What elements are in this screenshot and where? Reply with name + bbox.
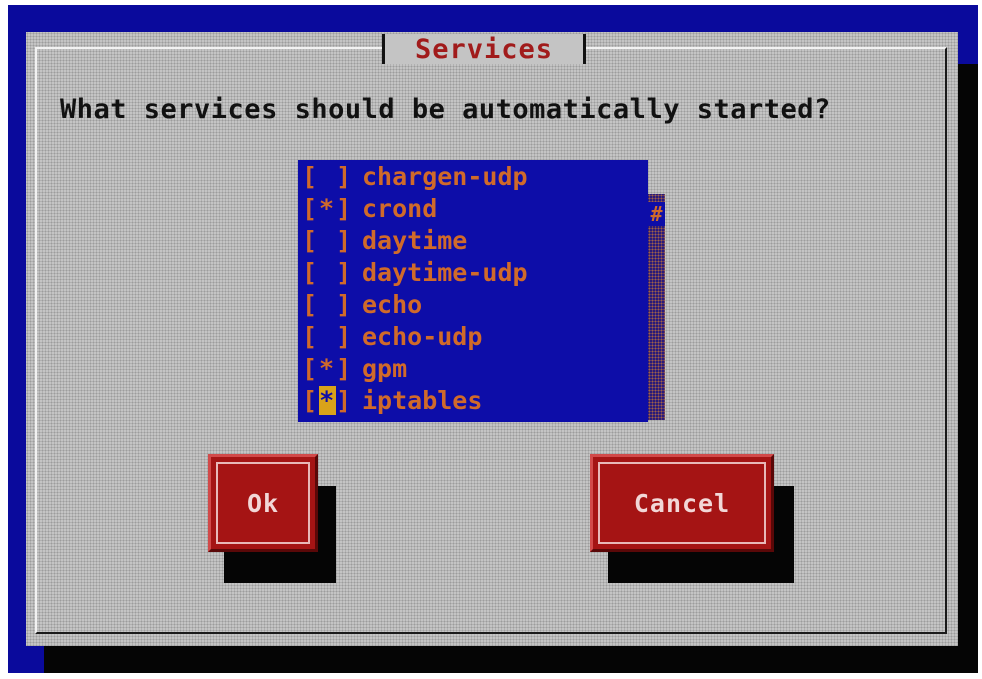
list-item[interactable]: [ ] echo-udp bbox=[298, 320, 482, 352]
service-name: echo bbox=[362, 289, 423, 319]
cursor-highlight: * bbox=[319, 385, 337, 415]
service-checkbox[interactable]: [ ] bbox=[298, 226, 362, 255]
service-name: echo-udp bbox=[362, 321, 483, 351]
service-checkbox[interactable]: [*] bbox=[298, 194, 362, 223]
services-listbox[interactable]: [ ] chargen-udp [*] crond [ ] daytime [ … bbox=[298, 160, 648, 422]
service-checkbox-focused[interactable]: [*] bbox=[298, 385, 362, 415]
ok-button-label: Ok bbox=[246, 488, 280, 518]
service-checkbox[interactable]: [*] bbox=[298, 354, 362, 383]
service-checkbox[interactable]: [ ] bbox=[298, 290, 362, 319]
list-item[interactable]: [ ] daytime bbox=[298, 224, 467, 256]
services-dialog: Services What services should be automat… bbox=[26, 32, 958, 646]
service-checkbox[interactable]: [ ] bbox=[298, 162, 362, 191]
list-item[interactable]: [*] crond bbox=[298, 192, 437, 224]
prompt-text: What services should be automatically st… bbox=[60, 94, 831, 125]
scrollbar-thumb[interactable]: # bbox=[648, 202, 665, 226]
service-name: iptables bbox=[362, 385, 483, 415]
list-item[interactable]: [ ] chargen-udp bbox=[298, 160, 528, 192]
dialog-bottom-shadow bbox=[44, 646, 978, 673]
title-right-bracket bbox=[583, 34, 586, 64]
service-checkbox[interactable]: [ ] bbox=[298, 322, 362, 351]
listbox-scrollbar[interactable] bbox=[648, 194, 665, 420]
service-name: chargen-udp bbox=[362, 161, 528, 191]
dialog-title-bar: Services bbox=[382, 33, 586, 65]
service-name: daytime bbox=[362, 225, 468, 255]
service-name: crond bbox=[362, 193, 438, 223]
dialog-title: Services bbox=[414, 33, 554, 65]
list-item[interactable]: [*] gpm bbox=[298, 352, 407, 384]
title-left-bracket bbox=[382, 34, 385, 64]
service-checkbox[interactable]: [ ] bbox=[298, 258, 362, 287]
cancel-button-label: Cancel bbox=[633, 488, 731, 518]
service-name: gpm bbox=[362, 353, 408, 383]
list-item-focused[interactable]: [*] iptables bbox=[298, 384, 482, 416]
service-name: daytime-udp bbox=[362, 257, 528, 287]
list-item[interactable]: [ ] daytime-udp bbox=[298, 256, 528, 288]
ok-button[interactable]: Ok bbox=[208, 454, 318, 552]
list-item[interactable]: [ ] echo bbox=[298, 288, 422, 320]
cancel-button[interactable]: Cancel bbox=[590, 454, 774, 552]
